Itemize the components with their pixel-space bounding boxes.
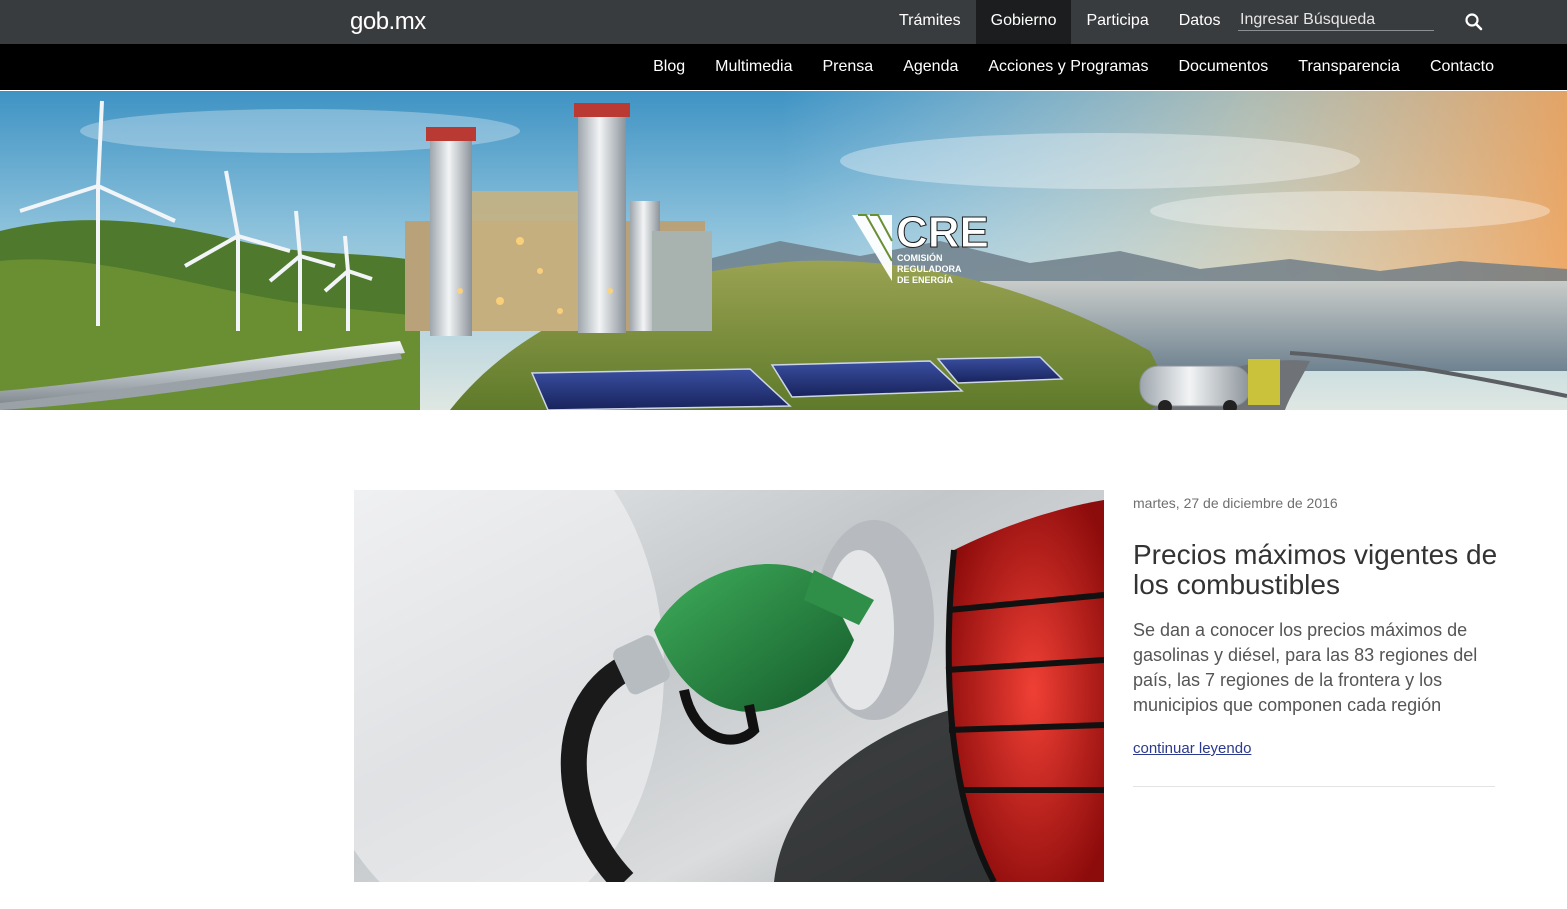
cre-logo-sub-3: DE ENERGÍA <box>897 275 954 285</box>
top-nav-tramites[interactable]: Trámites <box>884 0 976 44</box>
article-title[interactable]: Precios máximos vigentes de los combusti… <box>1133 540 1498 600</box>
search-input[interactable] <box>1238 9 1434 31</box>
top-nav-datos[interactable]: Datos <box>1164 0 1236 44</box>
top-nav-gobierno[interactable]: Gobierno <box>975 0 1072 44</box>
search-icon <box>1465 13 1483 31</box>
secondary-nav: Blog Multimedia Prensa Agenda Acciones y… <box>638 44 1508 90</box>
cre-logo-text: CRE <box>896 208 989 257</box>
divider <box>1133 786 1495 787</box>
nav-prensa[interactable]: Prensa <box>808 44 889 90</box>
top-nav-participa[interactable]: Participa <box>1071 0 1163 44</box>
cre-logo-sub-2: REGULADORA <box>897 264 962 274</box>
nav-documentos[interactable]: Documentos <box>1163 44 1283 90</box>
cre-logo-sub-1: COMISIÓN <box>897 252 943 263</box>
secondary-nav-bar: Blog Multimedia Prensa Agenda Acciones y… <box>0 44 1567 90</box>
fuel-nozzle-image <box>354 490 1104 882</box>
hero-banner: CRE COMISIÓN REGULADORA DE ENERGÍA <box>0 91 1567 410</box>
continue-reading-link[interactable]: continuar leyendo <box>1133 740 1251 757</box>
article-image[interactable] <box>354 490 1104 882</box>
top-nav: Trámites Gobierno Participa Datos <box>884 0 1236 44</box>
nav-blog[interactable]: Blog <box>638 44 700 90</box>
article-date: martes, 27 de diciembre de 2016 <box>1133 495 1338 511</box>
nav-acciones-programas[interactable]: Acciones y Programas <box>973 44 1163 90</box>
gobmx-logo[interactable]: gob.mx <box>350 8 426 36</box>
top-bar: gob.mx Trámites Gobierno Participa Datos <box>0 0 1567 44</box>
nav-transparencia[interactable]: Transparencia <box>1283 44 1415 90</box>
nav-multimedia[interactable]: Multimedia <box>700 44 807 90</box>
article-summary: Se dan a conocer los precios máximos de … <box>1133 620 1478 715</box>
search-button[interactable] <box>1462 10 1486 34</box>
nav-contacto[interactable]: Contacto <box>1415 44 1508 90</box>
nav-agenda[interactable]: Agenda <box>888 44 973 90</box>
hero-illustration: CRE COMISIÓN REGULADORA DE ENERGÍA <box>0 91 1567 410</box>
